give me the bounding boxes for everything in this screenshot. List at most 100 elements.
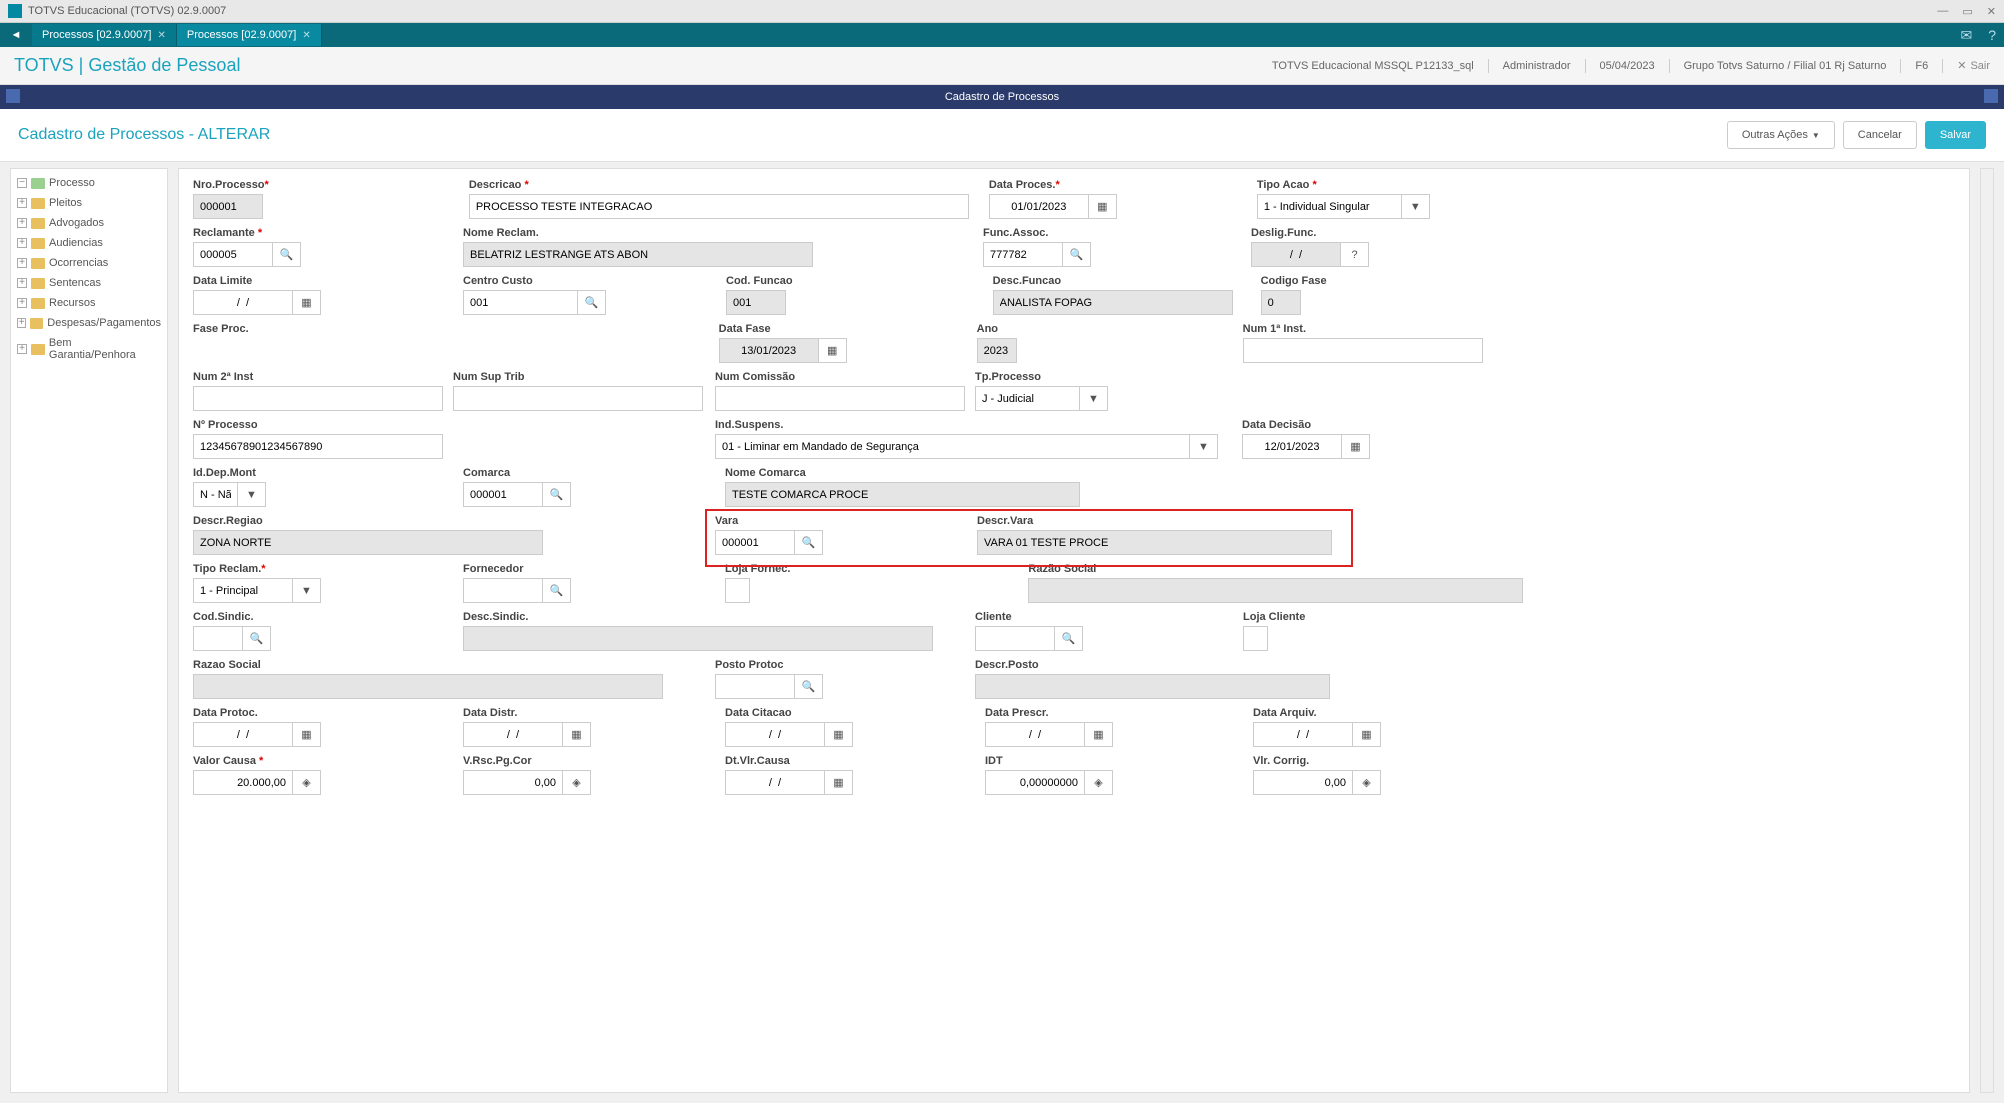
- idt-input[interactable]: [985, 770, 1085, 795]
- currency-icon[interactable]: ◈: [293, 770, 321, 795]
- calendar-icon[interactable]: ▦: [825, 770, 853, 795]
- num-1a-input[interactable]: [1243, 338, 1483, 363]
- currency-icon[interactable]: ◈: [563, 770, 591, 795]
- n-processo-input[interactable]: [193, 434, 443, 459]
- dtvlr-input[interactable]: [725, 770, 825, 795]
- cod-funcao-input: [726, 290, 786, 315]
- folder-icon: [31, 278, 45, 289]
- tree-item-despesas[interactable]: +Despesas/Pagamentos: [11, 313, 167, 333]
- data-prescr-input[interactable]: [985, 722, 1085, 747]
- num-comissao-input[interactable]: [715, 386, 965, 411]
- centro-custo-input[interactable]: [463, 290, 578, 315]
- descricao-input[interactable]: [469, 194, 969, 219]
- comarca-input[interactable]: [463, 482, 543, 507]
- calendar-icon[interactable]: ▦: [819, 338, 847, 363]
- salvar-button[interactable]: Salvar: [1925, 121, 1986, 149]
- num-sup-input[interactable]: [453, 386, 703, 411]
- folder-icon: [31, 258, 45, 269]
- func-assoc-input[interactable]: [983, 242, 1063, 267]
- calendar-icon[interactable]: ▦: [293, 290, 321, 315]
- search-icon[interactable]: 🔍: [543, 482, 571, 507]
- close-icon[interactable]: ✕: [1987, 5, 1996, 18]
- calendar-icon[interactable]: ▦: [1089, 194, 1117, 219]
- search-icon[interactable]: 🔍: [1055, 626, 1083, 651]
- loja-cliente-input[interactable]: [1243, 626, 1268, 651]
- id-dep-mont-select[interactable]: [193, 482, 238, 507]
- desc-funcao-input: [993, 290, 1233, 315]
- vertical-scrollbar[interactable]: [1980, 168, 1994, 1093]
- tree-item-sentencas[interactable]: +Sentencas: [11, 273, 167, 293]
- fornecedor-input[interactable]: [463, 578, 543, 603]
- tp-processo-select[interactable]: [975, 386, 1080, 411]
- data-distr-input[interactable]: [463, 722, 563, 747]
- loja-fornec-input[interactable]: [725, 578, 750, 603]
- tree-item-pleitos[interactable]: +Pleitos: [11, 193, 167, 213]
- search-icon[interactable]: 🔍: [1063, 242, 1091, 267]
- data-protoc-input[interactable]: [193, 722, 293, 747]
- tab-nav-back-icon[interactable]: ◄: [4, 23, 28, 47]
- cod-sindic-input[interactable]: [193, 626, 243, 651]
- cliente-input[interactable]: [975, 626, 1055, 651]
- nro-processo-input[interactable]: [193, 194, 263, 219]
- mail-icon[interactable]: ✉: [1952, 27, 1980, 44]
- app-title: TOTVS | Gestão de Pessoal: [14, 55, 240, 76]
- chevron-down-icon[interactable]: ▼: [293, 578, 321, 603]
- ind-suspens-select[interactable]: [715, 434, 1190, 459]
- tab-processos-2[interactable]: Processos [02.9.0007] ✕: [177, 24, 322, 46]
- outras-acoes-button[interactable]: Outras Ações ▼: [1727, 121, 1835, 149]
- tree-item-bem-garantia[interactable]: +Bem Garantia/Penhora: [11, 333, 167, 365]
- tipo-acao-select[interactable]: [1257, 194, 1402, 219]
- chevron-down-icon[interactable]: ▼: [1080, 386, 1108, 411]
- status-fkey: F6: [1915, 60, 1928, 72]
- cancelar-button[interactable]: Cancelar: [1843, 121, 1917, 149]
- help-icon[interactable]: ?: [1341, 242, 1369, 267]
- tree-item-ocorrencias[interactable]: +Ocorrencias: [11, 253, 167, 273]
- vrsc-input[interactable]: [463, 770, 563, 795]
- nome-reclam-input: [463, 242, 813, 267]
- logout-button[interactable]: ✕ Sair: [1957, 59, 1990, 72]
- data-limite-input[interactable]: [193, 290, 293, 315]
- chevron-down-icon[interactable]: ▼: [238, 482, 266, 507]
- search-icon[interactable]: 🔍: [273, 242, 301, 267]
- data-proces-input[interactable]: [989, 194, 1089, 219]
- currency-icon[interactable]: ◈: [1353, 770, 1381, 795]
- vlrcorrig-input[interactable]: [1253, 770, 1353, 795]
- tipo-reclam-select[interactable]: [193, 578, 293, 603]
- calendar-icon[interactable]: ▦: [293, 722, 321, 747]
- tree-item-advogados[interactable]: +Advogados: [11, 213, 167, 233]
- search-icon[interactable]: 🔍: [578, 290, 606, 315]
- chevron-down-icon[interactable]: ▼: [1402, 194, 1430, 219]
- search-icon[interactable]: 🔍: [795, 674, 823, 699]
- calendar-icon[interactable]: ▦: [1353, 722, 1381, 747]
- minimize-icon[interactable]: —: [1937, 5, 1948, 18]
- calendar-icon[interactable]: ▦: [563, 722, 591, 747]
- posto-protoc-input[interactable]: [715, 674, 795, 699]
- tab-close-icon[interactable]: ✕: [302, 30, 310, 41]
- reclamante-input[interactable]: [193, 242, 273, 267]
- modal-close-icon[interactable]: [1984, 89, 1998, 103]
- calendar-icon[interactable]: ▦: [1342, 434, 1370, 459]
- valor-causa-input[interactable]: [193, 770, 293, 795]
- folder-icon: [31, 178, 45, 189]
- search-icon[interactable]: 🔍: [795, 530, 823, 555]
- calendar-icon[interactable]: ▦: [1085, 722, 1113, 747]
- help-icon[interactable]: ?: [1980, 27, 2004, 43]
- data-citacao-input[interactable]: [725, 722, 825, 747]
- calendar-icon[interactable]: ▦: [825, 722, 853, 747]
- data-decisao-input[interactable]: [1242, 434, 1342, 459]
- tab-close-icon[interactable]: ✕: [157, 30, 165, 41]
- status-group: Grupo Totvs Saturno / Filial 01 Rj Satur…: [1684, 60, 1887, 72]
- tab-processos-1[interactable]: Processos [02.9.0007] ✕: [32, 24, 177, 46]
- tree-item-processo[interactable]: −Processo: [11, 173, 167, 193]
- vara-input[interactable]: [715, 530, 795, 555]
- tree-item-audiencias[interactable]: +Audiencias: [11, 233, 167, 253]
- num-2a-input[interactable]: [193, 386, 443, 411]
- chevron-down-icon[interactable]: ▼: [1190, 434, 1218, 459]
- modal-app-icon: [6, 89, 20, 103]
- search-icon[interactable]: 🔍: [243, 626, 271, 651]
- data-arquiv-input[interactable]: [1253, 722, 1353, 747]
- currency-icon[interactable]: ◈: [1085, 770, 1113, 795]
- tree-item-recursos[interactable]: +Recursos: [11, 293, 167, 313]
- search-icon[interactable]: 🔍: [543, 578, 571, 603]
- maximize-icon[interactable]: ▭: [1962, 5, 1972, 18]
